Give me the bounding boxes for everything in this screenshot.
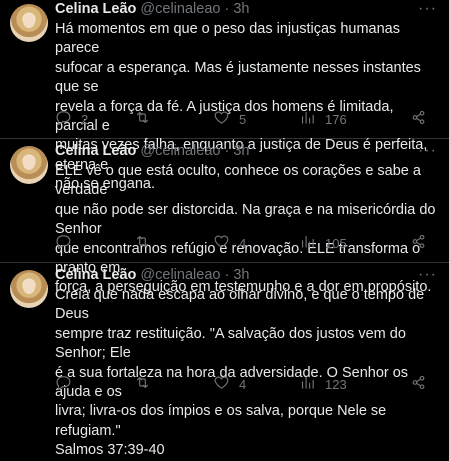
separator-dot: · xyxy=(224,1,230,17)
retweet-icon xyxy=(134,233,151,253)
author-name[interactable]: Celina Leão xyxy=(55,143,136,159)
retweet-button[interactable] xyxy=(134,109,160,129)
share-icon xyxy=(410,374,427,394)
share-icon xyxy=(410,233,427,253)
reply-count: 2 xyxy=(81,111,89,127)
retweet-button[interactable] xyxy=(134,374,160,394)
author-handle[interactable]: @celinaleao xyxy=(140,267,220,283)
tweet[interactable]: Celina Leão @celinaleao · 3h ··· ELE vê … xyxy=(0,138,449,295)
avatar[interactable] xyxy=(10,146,48,184)
tweet[interactable]: Celina Leão @celinaleao · 3h ··· Creia q… xyxy=(0,262,449,458)
share-button[interactable] xyxy=(410,233,427,253)
views-button[interactable]: 176 xyxy=(299,109,347,129)
views-count: 105 xyxy=(325,235,347,251)
reply-icon xyxy=(55,109,72,129)
timestamp[interactable]: 3h xyxy=(233,143,249,159)
author-name[interactable]: Celina Leão xyxy=(55,1,136,17)
reply-icon xyxy=(55,374,72,394)
views-count: 123 xyxy=(325,376,347,392)
more-icon[interactable]: ··· xyxy=(418,266,437,284)
separator-dot: · xyxy=(224,267,230,283)
views-icon xyxy=(299,233,316,253)
views-icon xyxy=(299,374,316,394)
reply-button[interactable] xyxy=(55,374,81,394)
views-count: 176 xyxy=(325,111,347,127)
retweet-icon xyxy=(134,374,151,394)
like-button[interactable]: 5 xyxy=(213,109,246,129)
share-button[interactable] xyxy=(410,374,427,394)
share-button[interactable] xyxy=(410,109,427,129)
more-icon[interactable]: ··· xyxy=(418,142,437,160)
action-bar: 4 105 xyxy=(55,233,439,253)
action-bar: 2 5 176 xyxy=(55,109,439,129)
timestamp[interactable]: 3h xyxy=(233,267,249,283)
like-button[interactable]: 4 xyxy=(213,233,246,253)
like-count: 5 xyxy=(239,111,247,127)
tweet-header: Celina Leão @celinaleao · 3h xyxy=(55,266,250,284)
tweet[interactable]: Celina Leão @celinaleao · 3h ··· Há mome… xyxy=(0,0,449,192)
separator-dot: · xyxy=(224,143,230,159)
more-icon[interactable]: ··· xyxy=(418,0,437,18)
author-handle[interactable]: @celinaleao xyxy=(140,1,220,17)
views-icon xyxy=(299,109,316,129)
heart-icon xyxy=(213,109,230,129)
retweet-icon xyxy=(134,109,151,129)
timestamp[interactable]: 3h xyxy=(233,1,249,17)
retweet-button[interactable] xyxy=(134,233,160,253)
reply-button[interactable]: 2 xyxy=(55,109,88,129)
like-count: 4 xyxy=(239,376,247,392)
share-icon xyxy=(410,109,427,129)
tweet-header: Celina Leão @celinaleao · 3h xyxy=(55,0,250,18)
like-button[interactable]: 4 xyxy=(213,374,246,394)
heart-icon xyxy=(213,233,230,253)
reply-button[interactable] xyxy=(55,233,81,253)
views-button[interactable]: 123 xyxy=(299,374,347,394)
author-name[interactable]: Celina Leão xyxy=(55,267,136,283)
avatar[interactable] xyxy=(10,4,48,42)
action-bar: 4 123 xyxy=(55,374,439,394)
like-count: 4 xyxy=(239,235,247,251)
views-button[interactable]: 105 xyxy=(299,233,347,253)
reply-icon xyxy=(55,233,72,253)
avatar[interactable] xyxy=(10,270,48,308)
tweet-header: Celina Leão @celinaleao · 3h xyxy=(55,142,250,160)
heart-icon xyxy=(213,374,230,394)
author-handle[interactable]: @celinaleao xyxy=(140,143,220,159)
